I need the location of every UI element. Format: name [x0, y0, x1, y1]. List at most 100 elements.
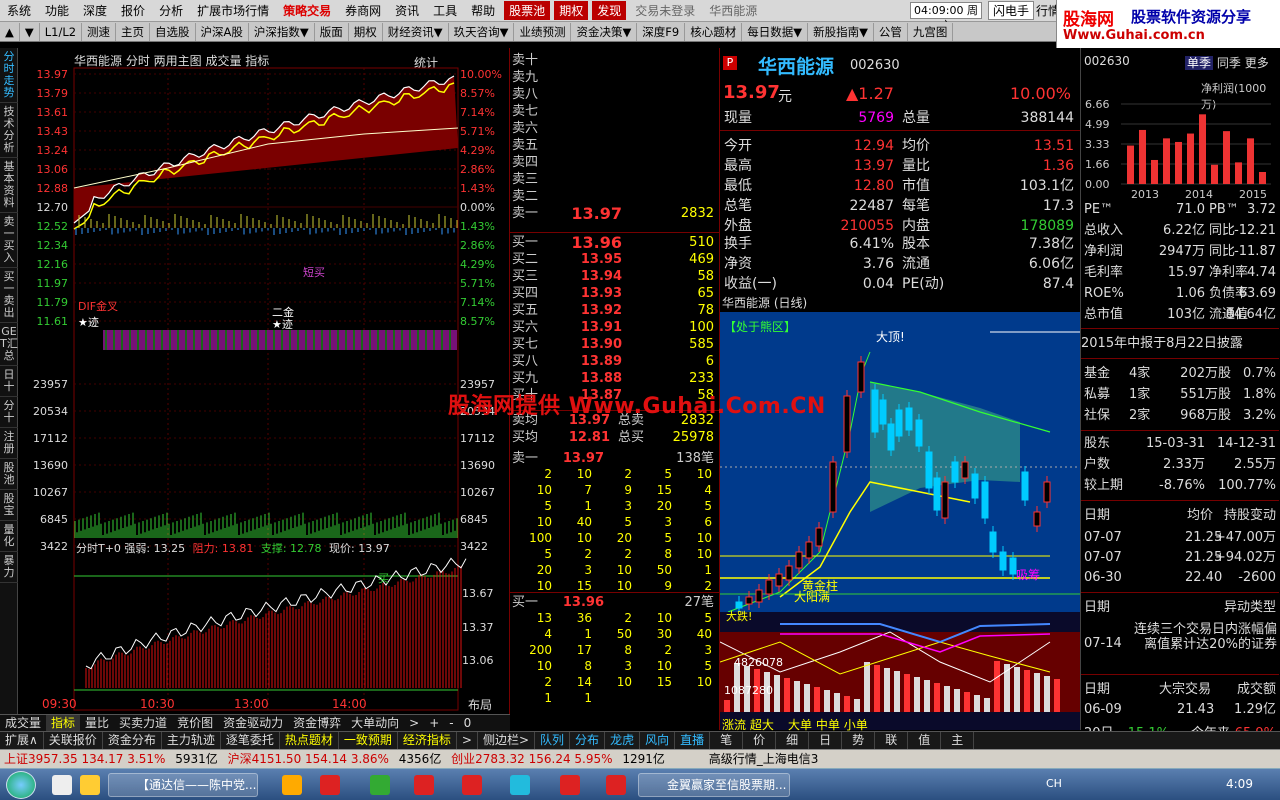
app-icon-5[interactable]: [510, 775, 530, 795]
ext-tab-20[interactable]: 联: [875, 732, 909, 749]
ext-tab-1[interactable]: 关联报价: [44, 732, 103, 749]
toolbar-item-12[interactable]: 业绩预测: [514, 22, 572, 41]
ext-tab-15[interactable]: 笔: [710, 732, 744, 749]
discover-button[interactable]: 发现: [592, 1, 627, 20]
toolbar-item-6[interactable]: 沪深A股: [196, 22, 249, 41]
toolbar-item-14[interactable]: 深度F9: [637, 22, 686, 41]
app-icon-4[interactable]: [462, 775, 482, 795]
ext-tab-4[interactable]: 逐笔委托: [221, 732, 280, 749]
bid-level-9[interactable]: 买九 13.88 233: [510, 370, 718, 387]
start-button[interactable]: [6, 771, 36, 799]
bid-level-7[interactable]: 买七 13.90 585: [510, 336, 718, 353]
indicator-tab-3[interactable]: 买卖力道: [114, 715, 172, 731]
menu-analysis[interactable]: 分析: [152, 2, 190, 19]
left-tab-11[interactable]: 量化: [0, 521, 18, 552]
bid-level-3[interactable]: 买三 13.94 58: [510, 268, 718, 285]
indicator-tab-10[interactable]: -: [444, 715, 458, 731]
left-tab-7[interactable]: 分十: [0, 397, 18, 428]
menu-broker[interactable]: 券商网: [338, 2, 388, 19]
indicator-tab-9[interactable]: +: [424, 715, 444, 731]
left-tab-1[interactable]: 技术分析: [0, 103, 18, 158]
bid-level-6[interactable]: 买六 13.91 100: [510, 319, 718, 336]
options-button[interactable]: 期权: [554, 1, 589, 20]
menu-function[interactable]: 功能: [38, 2, 76, 19]
toolbar-item-3[interactable]: 测速: [82, 22, 117, 41]
sh-index[interactable]: 上证3957.35 134.17 3.51%: [4, 752, 165, 766]
bid-level-5[interactable]: 买五 13.92 78: [510, 302, 718, 319]
toolbar-item-4[interactable]: 主页: [116, 22, 151, 41]
media-icon[interactable]: [282, 775, 302, 795]
menu-quote[interactable]: 报价: [114, 2, 152, 19]
left-tab-10[interactable]: 股宝: [0, 490, 18, 521]
menu-tools[interactable]: 工具: [426, 2, 464, 19]
ask-level-3[interactable]: 卖三: [510, 171, 718, 188]
toolbar-item-18[interactable]: 公管: [874, 22, 908, 41]
taskbar-tdx[interactable]: 【通达信——陈中党...: [108, 773, 258, 797]
app-icon-7[interactable]: [606, 775, 626, 795]
ask-level-8[interactable]: 卖八: [510, 86, 718, 103]
left-tab-8[interactable]: 注册: [0, 428, 18, 459]
ext-tab-18[interactable]: 日: [809, 732, 843, 749]
ext-tab-8[interactable]: >: [457, 732, 478, 749]
menu-ext-market[interactable]: 扩展市场行情: [190, 2, 276, 19]
ask-level-6[interactable]: 卖六: [510, 120, 718, 137]
feed-server[interactable]: 高级行情_上海电信3: [709, 752, 819, 766]
menu-depth[interactable]: 深度: [76, 2, 114, 19]
bid-level-4[interactable]: 买四 13.93 65: [510, 285, 718, 302]
left-tab-5[interactable]: GET汇总: [0, 323, 18, 366]
app-icon-3[interactable]: [414, 775, 434, 795]
ext-tab-6[interactable]: 一致预期: [339, 732, 398, 749]
left-tab-2[interactable]: 基本资料: [0, 158, 18, 213]
ask-level-1[interactable]: 卖一 13.97 2832: [510, 205, 718, 222]
toolbar-item-1[interactable]: ▼: [20, 22, 40, 41]
bid-level-1[interactable]: 买一 13.96 510: [510, 234, 718, 251]
indicator-tab-0[interactable]: 成交量: [0, 715, 46, 731]
ext-tab-0[interactable]: 扩展∧: [0, 732, 44, 749]
ext-tab-21[interactable]: 值: [908, 732, 942, 749]
toolbar-item-17[interactable]: 新股指南▼: [808, 22, 874, 41]
toolbar-item-8[interactable]: 版面: [315, 22, 349, 41]
bid-level-2[interactable]: 买二 13.95 469: [510, 251, 718, 268]
indicator-tab-11[interactable]: 0: [459, 715, 477, 731]
bid-level-8[interactable]: 买八 13.89 6: [510, 353, 718, 370]
hs-index[interactable]: 沪深4151.50 154.14 3.86%: [228, 752, 389, 766]
left-tab-9[interactable]: 股池: [0, 459, 18, 490]
tab-single-quarter[interactable]: 单季: [1185, 56, 1214, 70]
layout-button[interactable]: 布局: [468, 696, 492, 713]
taskbar-jinyi[interactable]: 金翼赢家至信股票期...: [638, 773, 790, 797]
left-tab-0[interactable]: 分时走势: [0, 48, 18, 103]
ext-tab-19[interactable]: 势: [842, 732, 876, 749]
ext-tab-5[interactable]: 热点题材: [280, 732, 339, 749]
ext-tab-11[interactable]: 分布: [570, 732, 606, 749]
tab-same-quarter[interactable]: 同季: [1217, 56, 1241, 70]
folder-icon[interactable]: [80, 775, 100, 795]
ext-tab-3[interactable]: 主力轨迹: [162, 732, 221, 749]
ext-tab-16[interactable]: 价: [743, 732, 777, 749]
minute-chart-svg[interactable]: 13.97 10.00% 13.79 8.57% 13.61 7.14% 13.43 5.71…: [18, 48, 510, 716]
ext-tab-12[interactable]: 龙虎: [605, 732, 641, 749]
left-tab-3[interactable]: 卖一买入: [0, 213, 18, 268]
toolbar-item-5[interactable]: 自选股: [150, 22, 196, 41]
ie-icon[interactable]: [52, 775, 72, 795]
menu-system[interactable]: 系统: [0, 2, 38, 19]
indicator-tab-5[interactable]: 资金驱动力: [218, 715, 288, 731]
ext-tab-13[interactable]: 风向: [640, 732, 676, 749]
ask-level-4[interactable]: 卖四: [510, 154, 718, 171]
toolbar-item-13[interactable]: 资金决策▼: [571, 22, 638, 41]
ask-level-5[interactable]: 卖五: [510, 137, 718, 154]
menu-news[interactable]: 资讯: [388, 2, 426, 19]
app-icon-2[interactable]: [370, 775, 390, 795]
toolbar-item-2[interactable]: L1/L2: [40, 22, 83, 41]
toolbar-item-0[interactable]: ▲: [0, 22, 20, 41]
left-tab-4[interactable]: 买一卖出: [0, 268, 18, 323]
ext-tab-22[interactable]: 主: [941, 732, 975, 749]
indicator-tab-4[interactable]: 竞价图: [172, 715, 218, 731]
left-tab-12[interactable]: 暴力: [0, 552, 18, 583]
ext-tab-7[interactable]: 经济指标: [398, 732, 457, 749]
toolbar-item-16[interactable]: 每日数据▼: [742, 22, 809, 41]
ask-level-10[interactable]: 卖十: [510, 52, 718, 69]
toolbar-item-10[interactable]: 财经资讯▼: [383, 22, 449, 41]
ext-tab-9[interactable]: 侧边栏>: [478, 732, 536, 749]
indicator-tab-1[interactable]: 指标: [46, 715, 81, 731]
ask-level-2[interactable]: 卖二: [510, 188, 718, 205]
